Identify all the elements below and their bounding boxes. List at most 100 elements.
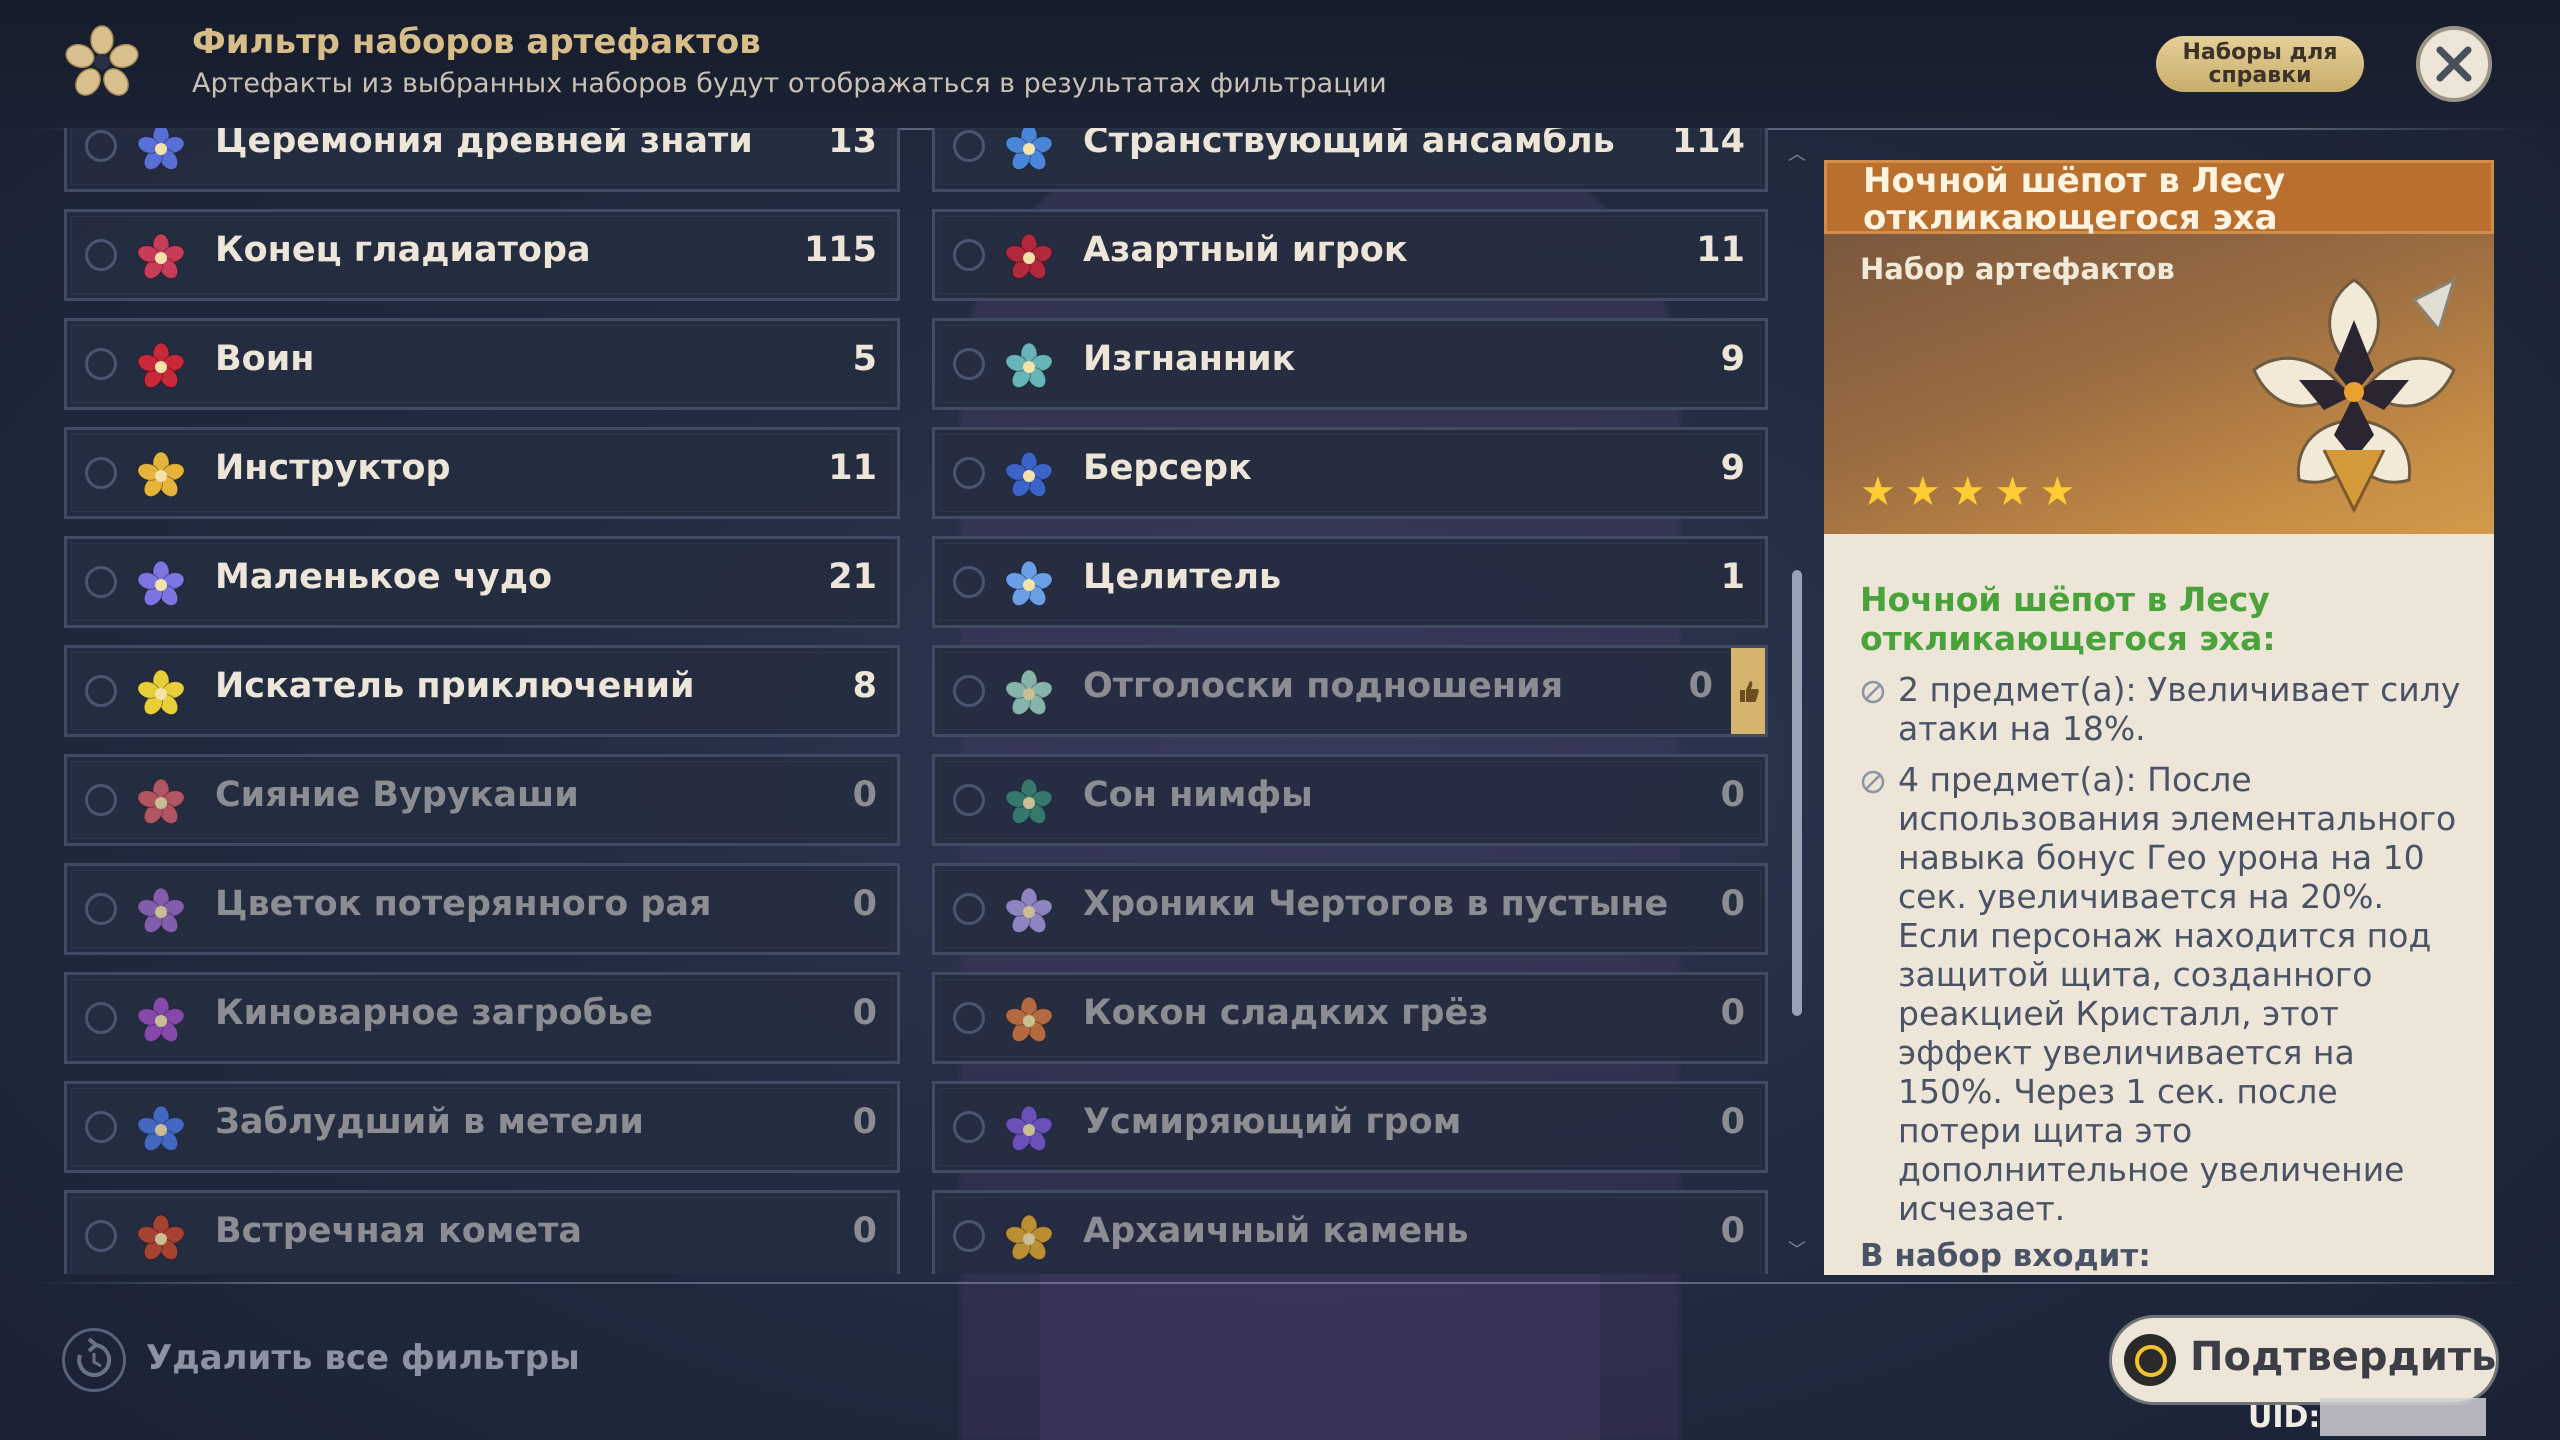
- set-detail-card: Ночной шёпот в Лесу откликающегося эха Н…: [1824, 160, 2494, 1275]
- set-name: Отголоски подношения: [1083, 666, 1564, 706]
- artifact-flower-icon: [65, 25, 139, 96]
- set-checkbox[interactable]: [953, 348, 985, 380]
- star-icon: ★: [1994, 469, 2031, 515]
- reset-icon: [77, 1337, 112, 1377]
- set-flower-icon: [1005, 778, 1053, 825]
- reference-sets-button[interactable]: Наборы для справки: [2156, 36, 2364, 92]
- set-item[interactable]: Хроники Чертогов в пустыне 0: [932, 863, 1768, 955]
- set-item[interactable]: Воин 5: [64, 318, 900, 410]
- set-item[interactable]: Искатель приключений 8: [64, 645, 900, 737]
- set-name: Заблудший в метели: [215, 1102, 644, 1142]
- set-item-frame: [939, 761, 1761, 839]
- set-checkbox[interactable]: [953, 784, 985, 816]
- set-item[interactable]: Отголоски подношения 0: [932, 645, 1768, 737]
- set-item[interactable]: Сон нимфы 0: [932, 754, 1768, 846]
- set-checkbox[interactable]: [953, 1111, 985, 1143]
- rarity-stars: ★ ★ ★ ★ ★: [1860, 472, 2075, 512]
- artifact-set-list[interactable]: Церемония древней знати 13 Странствующий а…: [64, 128, 1780, 1274]
- set-checkbox[interactable]: [953, 457, 985, 489]
- set-checkbox[interactable]: [85, 784, 117, 816]
- set-name: Инструктор: [215, 448, 451, 488]
- set-count: 0: [852, 1211, 877, 1251]
- detail-title: Ночной шёпот в Лесу откликающегося эха: [1863, 161, 2286, 238]
- set-item-frame: [939, 325, 1761, 403]
- set-name: Встречная комета: [215, 1211, 583, 1251]
- close-icon: [2436, 46, 2472, 82]
- inactive-bonus-icon: [1861, 770, 1885, 794]
- star-icon: ★: [1904, 469, 1941, 515]
- set-count: 21: [828, 557, 877, 597]
- footer-divider: [30, 1282, 2530, 1284]
- set-name: Маленькое чудо: [215, 557, 553, 597]
- uid-value-masked: [2320, 1398, 2486, 1436]
- set-item[interactable]: Церемония древней знати 13: [64, 128, 900, 192]
- set-name: Архаичный камень: [1083, 1211, 1469, 1251]
- set-item[interactable]: Маленькое чудо 21: [64, 536, 900, 628]
- set-item[interactable]: Кокон сладких грёз 0: [932, 972, 1768, 1064]
- set-name: Азартный игрок: [1083, 230, 1408, 270]
- set-flower-icon: [137, 778, 185, 825]
- set-checkbox[interactable]: [85, 1002, 117, 1034]
- reset-filters-label[interactable]: Удалить все фильтры: [146, 1338, 580, 1378]
- scrollbar-thumb[interactable]: [1792, 570, 1802, 1016]
- set-count: 0: [1720, 775, 1745, 815]
- set-item[interactable]: Инструктор 11: [64, 427, 900, 519]
- set-item[interactable]: Азартный игрок 11: [932, 209, 1768, 301]
- set-count: 0: [852, 775, 877, 815]
- set-checkbox[interactable]: [953, 893, 985, 925]
- bonus-2pc-text: 2 предмет(а): Увеличивает силу атаки на …: [1898, 670, 2461, 748]
- set-count: 0: [852, 884, 877, 924]
- set-checkbox[interactable]: [85, 457, 117, 489]
- set-count: 0: [1720, 884, 1745, 924]
- set-item[interactable]: Встречная комета 0: [64, 1190, 900, 1274]
- set-count: 114: [1671, 128, 1745, 161]
- set-checkbox[interactable]: [85, 893, 117, 925]
- set-item[interactable]: Изгнанник 9: [932, 318, 1768, 410]
- set-item[interactable]: Странствующий ансамбль 114: [932, 128, 1768, 192]
- set-checkbox[interactable]: [85, 348, 117, 380]
- set-checkbox[interactable]: [85, 1220, 117, 1252]
- set-checkbox[interactable]: [953, 130, 985, 162]
- set-count: 1: [1720, 557, 1745, 597]
- set-item[interactable]: Конец гладиатора 115: [64, 209, 900, 301]
- star-icon: ★: [1860, 469, 1896, 515]
- set-checkbox[interactable]: [953, 566, 985, 598]
- set-name: Целитель: [1083, 557, 1282, 597]
- set-flower-icon: [137, 560, 185, 607]
- set-checkbox[interactable]: [85, 239, 117, 271]
- set-checkbox[interactable]: [85, 1111, 117, 1143]
- set-flower-icon: [1005, 451, 1053, 498]
- set-item[interactable]: Усмиряющий гром 0: [932, 1081, 1768, 1173]
- set-checkbox[interactable]: [953, 675, 985, 707]
- filter-header: Фильтр наборов артефактов Артефакты из в…: [0, 0, 2560, 128]
- set-item[interactable]: Цветок потерянного рая 0: [64, 863, 900, 955]
- recommended-thumb-icon: [1731, 648, 1765, 734]
- set-flower-icon: [1005, 128, 1053, 171]
- set-flower-icon: [1005, 887, 1053, 934]
- set-includes-label: В набор входит:: [1860, 1238, 2151, 1274]
- reset-filters-button[interactable]: [62, 1328, 126, 1392]
- scroll-down-icon[interactable]: ﹀: [1788, 1236, 1806, 1262]
- set-name: Цветок потерянного рая: [215, 884, 712, 924]
- set-checkbox[interactable]: [953, 239, 985, 271]
- set-checkbox[interactable]: [953, 1220, 985, 1252]
- set-checkbox[interactable]: [85, 566, 117, 598]
- set-item[interactable]: Целитель 1: [932, 536, 1768, 628]
- set-item[interactable]: Сияние Вурукаши 0: [64, 754, 900, 846]
- close-button[interactable]: [2416, 26, 2492, 102]
- confirm-button[interactable]: Подтвердить: [2112, 1318, 2496, 1402]
- set-item[interactable]: Киноварное загробье 0: [64, 972, 900, 1064]
- star-icon: ★: [1949, 469, 1986, 515]
- set-checkbox[interactable]: [85, 675, 117, 707]
- set-item-frame: [71, 434, 893, 512]
- set-item[interactable]: Заблудший в метели 0: [64, 1081, 900, 1173]
- set-flower-icon: [137, 451, 185, 498]
- set-item[interactable]: Архаичный камень 0: [932, 1190, 1768, 1274]
- set-checkbox[interactable]: [953, 1002, 985, 1034]
- set-count: 9: [1720, 448, 1745, 488]
- set-item-frame: [71, 325, 893, 403]
- set-count: 11: [1696, 230, 1745, 270]
- set-checkbox[interactable]: [85, 130, 117, 162]
- set-name: Сон нимфы: [1083, 775, 1313, 815]
- set-item[interactable]: Берсерк 9: [932, 427, 1768, 519]
